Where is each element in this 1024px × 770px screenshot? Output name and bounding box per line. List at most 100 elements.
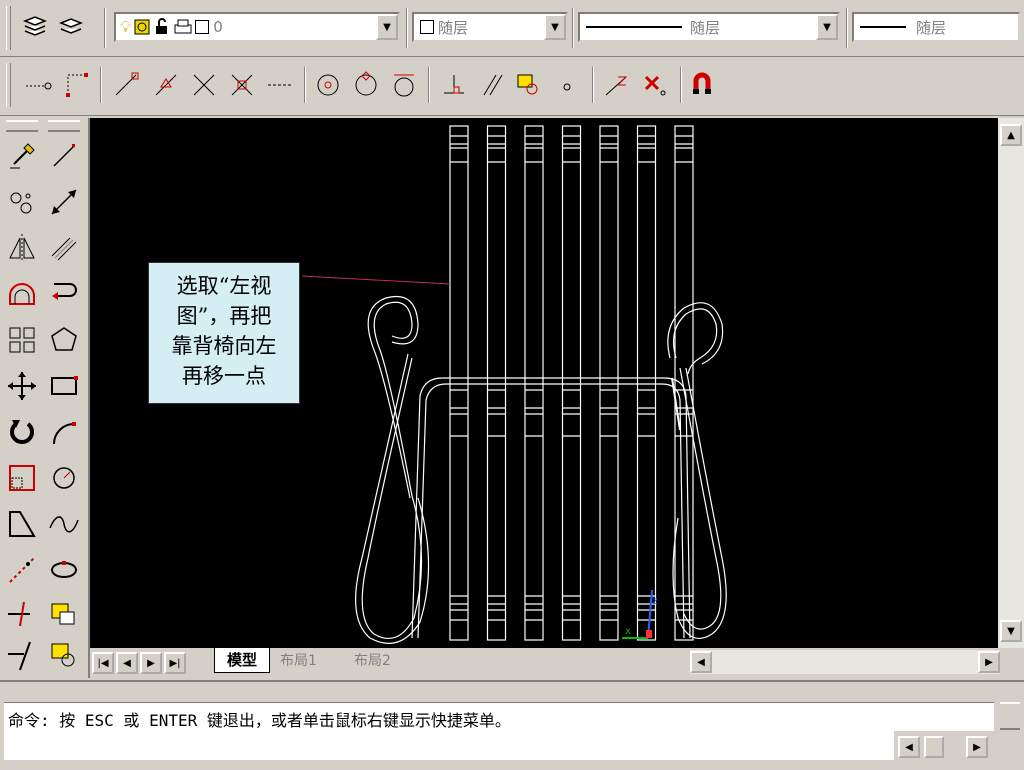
toolbar-separator <box>680 67 682 103</box>
linetype-value: 随层 <box>690 18 721 37</box>
rotate-icon[interactable] <box>6 416 38 448</box>
scroll-down-button[interactable]: ▼ <box>1000 620 1022 642</box>
color-swatch <box>420 20 434 34</box>
tab-layout1[interactable]: 布局1 <box>280 650 317 670</box>
chair-slat-line <box>636 125 657 641</box>
temporary-tracking-point-icon[interactable] <box>24 75 54 97</box>
stretch-icon[interactable] <box>6 508 38 540</box>
lineweight-dropdown[interactable]: 随层 <box>852 12 1020 42</box>
multiline-icon[interactable] <box>48 232 80 264</box>
layer-freeze-icon <box>134 19 150 35</box>
snap-to-perpendicular-icon[interactable] <box>440 71 470 99</box>
polygon-icon[interactable] <box>48 324 80 356</box>
ucs-icon: x z <box>622 589 658 639</box>
snap-to-quadrant-icon[interactable] <box>352 71 382 99</box>
trim-icon[interactable] <box>6 554 38 586</box>
chair-slat-line <box>599 125 619 641</box>
toolbar-separator <box>100 67 102 103</box>
snap-none-icon[interactable] <box>640 71 670 99</box>
tab-last-button[interactable]: ▶| <box>164 652 186 674</box>
command-history: 命令: 按 ESC 或 ENTER 键退出，或者单击鼠标右键显示快捷菜单。 <box>4 702 994 731</box>
tab-prev-button[interactable]: ◀ <box>116 652 138 674</box>
rectangle-icon[interactable] <box>48 370 80 402</box>
snap-to-extension-icon[interactable] <box>266 71 296 99</box>
scroll-left-button[interactable]: ◀ <box>690 651 712 673</box>
snap-to-nearest-icon[interactable] <box>602 71 632 99</box>
color-dropdown[interactable]: 随层 ▼ <box>412 12 568 42</box>
chair-slat-line <box>674 125 694 641</box>
snap-to-insert-icon[interactable] <box>514 71 544 99</box>
mirror-icon[interactable] <box>6 232 38 264</box>
extend-icon[interactable] <box>6 598 38 630</box>
snap-to-tangent-icon[interactable] <box>390 71 420 99</box>
layer-lock-icon <box>156 18 168 34</box>
snap-to-node-icon[interactable] <box>556 71 578 99</box>
tab-model[interactable]: 模型 <box>214 648 270 673</box>
annotation-note: 选取“左视 图”，再把 靠背椅向左 再移一点 <box>148 262 300 404</box>
linetype-sample <box>586 26 682 28</box>
offset-icon[interactable] <box>6 278 38 310</box>
polyline-icon[interactable] <box>48 278 80 310</box>
chair-slat-line <box>449 125 469 641</box>
command-vertical-scroll[interactable] <box>1000 702 1020 730</box>
command-window: 命令: 按 ESC 或 ENTER 键退出，或者单击鼠标右键显示快捷菜单。 ◀ … <box>0 680 1024 770</box>
lineweight-value: 随层 <box>916 18 947 37</box>
toolbar-separator <box>104 8 106 48</box>
layer-dropdown[interactable]: 💡︎ 0 ▼ <box>114 12 400 42</box>
command-scroll-right-button[interactable]: ▶ <box>966 736 988 758</box>
snap-to-apparent-intersection-icon[interactable] <box>228 71 258 99</box>
command-scroll-thumb[interactable] <box>924 736 944 758</box>
tab-next-button[interactable]: ▶ <box>140 652 162 674</box>
circle-icon[interactable] <box>48 462 80 494</box>
insert-block-icon[interactable] <box>48 598 80 630</box>
linetype-dropdown[interactable]: 随层 ▼ <box>578 12 840 42</box>
snap-to-endpoint-icon[interactable] <box>112 71 142 99</box>
toolbar-separator <box>572 8 574 48</box>
toolbar-grip[interactable] <box>48 120 80 132</box>
snap-from-icon[interactable] <box>62 71 92 99</box>
make-layer-current-icon[interactable] <box>56 12 86 42</box>
layer-dropdown-arrow[interactable]: ▼ <box>376 14 398 40</box>
break-icon[interactable] <box>6 640 38 672</box>
snap-to-midpoint-icon[interactable] <box>152 71 182 99</box>
layer-value: 0 <box>213 18 223 36</box>
layer-color-swatch <box>195 20 210 34</box>
layer-plot-icon <box>174 19 192 34</box>
spline-icon[interactable] <box>48 508 80 540</box>
scale-icon[interactable] <box>6 462 38 494</box>
layer-manager-icon[interactable] <box>20 12 50 42</box>
tab-first-button[interactable]: |◀ <box>92 652 114 674</box>
scroll-right-button[interactable]: ▶ <box>978 651 1000 673</box>
scroll-up-button[interactable]: ▲ <box>1000 124 1022 146</box>
array-icon[interactable] <box>6 324 38 356</box>
color-dropdown-arrow[interactable]: ▼ <box>544 14 566 40</box>
tab-layout2[interactable]: 布局2 <box>354 650 391 670</box>
toolbar-grip[interactable] <box>6 6 11 50</box>
horizontal-scrollbar[interactable]: ◀ ▶ <box>690 650 1000 674</box>
command-scroll-left-button[interactable]: ◀ <box>898 736 920 758</box>
line-icon[interactable] <box>48 140 80 172</box>
make-block-icon[interactable] <box>48 640 80 672</box>
move-icon[interactable] <box>6 370 38 402</box>
erase-icon[interactable] <box>6 140 38 172</box>
snap-to-intersection-icon[interactable] <box>190 71 220 99</box>
arc-icon[interactable] <box>48 416 80 448</box>
vertical-scrollbar[interactable]: ▲ ▼ <box>998 118 1024 648</box>
copy-object-icon[interactable] <box>6 186 38 218</box>
construction-line-icon[interactable] <box>48 186 80 218</box>
chair-slat-line <box>524 125 544 641</box>
toolbar-separator <box>846 8 848 48</box>
toolbar-grip[interactable] <box>6 63 11 107</box>
snap-to-parallel-icon[interactable] <box>478 71 508 99</box>
command-input[interactable] <box>4 730 894 760</box>
toolbar-separator <box>428 67 430 103</box>
ellipse-icon[interactable] <box>48 554 80 586</box>
linetype-dropdown-arrow[interactable]: ▼ <box>816 14 838 40</box>
annotation-line-1: 选取“左视 <box>176 274 272 298</box>
toolbar-separator <box>304 67 306 103</box>
osnap-settings-icon[interactable] <box>690 71 720 99</box>
snap-to-center-icon[interactable] <box>314 71 344 99</box>
toolbar-separator <box>406 8 408 48</box>
toolbar-grip[interactable] <box>6 120 38 132</box>
annotation-line-4: 再移一点 <box>182 364 266 388</box>
